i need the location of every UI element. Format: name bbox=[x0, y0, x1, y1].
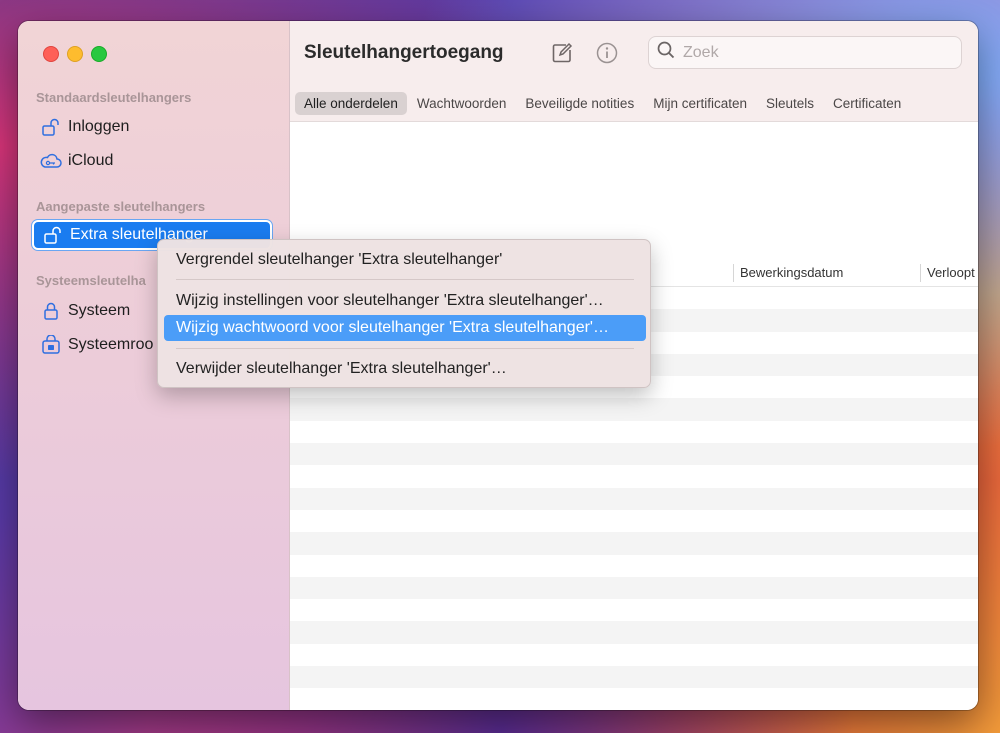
table-row bbox=[290, 443, 978, 466]
close-button[interactable] bbox=[43, 46, 59, 62]
sidebar-section-default: Standaardsleutelhangers bbox=[36, 90, 192, 105]
search-icon bbox=[657, 41, 675, 64]
search-input[interactable] bbox=[681, 42, 945, 63]
lock-box-icon bbox=[40, 335, 62, 355]
menu-item-change-password[interactable]: Wijzig wachtwoord voor sleutelhanger 'Ex… bbox=[164, 315, 646, 341]
search-field[interactable] bbox=[648, 36, 962, 69]
sidebar-section-custom: Aangepaste sleutelhangers bbox=[36, 199, 206, 214]
tab-mijn-certificaten[interactable]: Mijn certificaten bbox=[644, 92, 756, 115]
sidebar-item-icloud[interactable]: iCloud bbox=[32, 146, 272, 176]
table-row bbox=[290, 555, 978, 577]
table-row bbox=[290, 644, 978, 666]
sidebar-item-inloggen[interactable]: Inloggen bbox=[32, 112, 272, 142]
category-tabs: Alle onderdelen Wachtwoorden Beveiligde … bbox=[295, 92, 911, 115]
table-row bbox=[290, 421, 978, 443]
sidebar-item-label: Systeemroo bbox=[68, 336, 154, 353]
window-controls bbox=[43, 46, 107, 62]
compose-icon[interactable] bbox=[550, 41, 574, 65]
table-row bbox=[290, 688, 978, 710]
lock-open-icon bbox=[42, 225, 64, 245]
table-row bbox=[290, 666, 978, 689]
sidebar-item-label: iCloud bbox=[68, 152, 114, 169]
sidebar-item-label: Inloggen bbox=[68, 118, 130, 135]
table-row bbox=[290, 576, 978, 600]
table-row bbox=[290, 510, 978, 532]
sidebar-section-system: Systeemsleutelha bbox=[36, 273, 146, 288]
window-title: Sleutelhangertoegang bbox=[304, 42, 504, 63]
minimize-button[interactable] bbox=[67, 46, 83, 62]
zoom-button[interactable] bbox=[91, 46, 107, 62]
toolbar: Sleutelhangertoegang Alle onderdelen Wac… bbox=[290, 21, 978, 122]
tab-wachtwoorden[interactable]: Wachtwoorden bbox=[408, 92, 516, 115]
tab-sleutels[interactable]: Sleutels bbox=[757, 92, 823, 115]
table-row bbox=[290, 487, 978, 510]
menu-separator bbox=[176, 279, 634, 280]
cloud-key-icon bbox=[40, 151, 62, 171]
info-icon[interactable] bbox=[595, 41, 619, 65]
tab-alle-onderdelen[interactable]: Alle onderdelen bbox=[295, 92, 407, 115]
items-table: Bewerkingsdatum Verloopt bbox=[290, 122, 978, 710]
table-row bbox=[290, 532, 978, 555]
column-header-bewerkingsdatum[interactable]: Bewerkingsdatum bbox=[733, 264, 843, 282]
lock-open-icon bbox=[40, 117, 62, 137]
menu-item-delete-keychain[interactable]: Verwijder sleutelhanger 'Extra sleutelha… bbox=[164, 356, 646, 382]
table-row bbox=[290, 398, 978, 421]
lock-icon bbox=[40, 301, 62, 321]
tab-certificaten[interactable]: Certificaten bbox=[824, 92, 910, 115]
menu-item-change-settings[interactable]: Wijzig instellingen voor sleutelhanger '… bbox=[164, 288, 646, 314]
menu-item-lock-keychain[interactable]: Vergrendel sleutelhanger 'Extra sleutelh… bbox=[164, 247, 646, 273]
table-row bbox=[290, 599, 978, 621]
context-menu: Vergrendel sleutelhanger 'Extra sleutelh… bbox=[157, 239, 651, 388]
table-row bbox=[290, 621, 978, 644]
sidebar-item-label: Systeem bbox=[68, 302, 131, 319]
column-header-verloopt[interactable]: Verloopt bbox=[920, 264, 975, 282]
table-row bbox=[290, 465, 978, 487]
tab-beveiligde-notities[interactable]: Beveiligde notities bbox=[516, 92, 643, 115]
menu-separator bbox=[176, 348, 634, 349]
